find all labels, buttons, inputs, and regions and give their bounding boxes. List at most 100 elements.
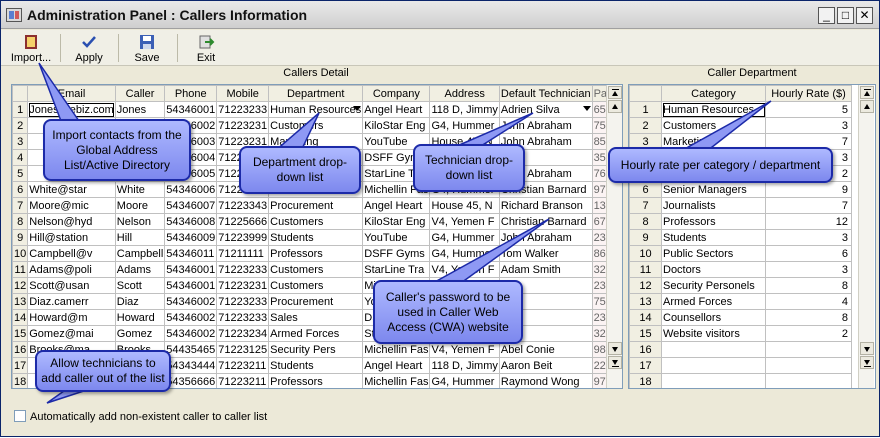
table-cell[interactable]: G4, Hummer bbox=[429, 373, 500, 388]
row-number[interactable]: 12 bbox=[629, 277, 662, 294]
dropdown-arrow-icon[interactable] bbox=[582, 106, 591, 111]
row-number[interactable]: 18 bbox=[12, 373, 29, 388]
table-cell[interactable]: Adam Smith bbox=[498, 261, 593, 278]
column-header[interactable]: Category bbox=[661, 85, 766, 102]
table-cell[interactable]: Adrien Silva bbox=[498, 101, 593, 118]
table-cell[interactable]: Public Sectors bbox=[661, 245, 766, 262]
table-cell[interactable]: White@star bbox=[27, 181, 116, 198]
maximize-button[interactable]: □ bbox=[837, 7, 854, 24]
table-row[interactable]: 11 Adams@poli Adams 54346001 71223233 Custome… bbox=[12, 261, 622, 278]
table-cell[interactable]: 71211111 bbox=[216, 245, 270, 262]
table-cell[interactable]: Students bbox=[661, 229, 766, 246]
table-cell[interactable]: Scott@usan bbox=[27, 277, 116, 294]
row-number[interactable]: 16 bbox=[12, 341, 29, 358]
table-cell[interactable]: 9 bbox=[765, 181, 852, 198]
table-cell[interactable]: House 45, N bbox=[429, 197, 500, 214]
table-cell[interactable]: Christian Barnard bbox=[498, 213, 593, 230]
row-number[interactable]: 9 bbox=[12, 229, 29, 246]
table-cell[interactable]: 54346001 bbox=[164, 101, 218, 118]
table-cell[interactable]: DSFF Gyms bbox=[362, 245, 431, 262]
table-cell[interactable]: Security Pers bbox=[268, 341, 364, 358]
table-cell[interactable]: 2 bbox=[765, 325, 852, 342]
table-row[interactable]: 6 Senior Managers 9 bbox=[629, 181, 852, 198]
scroll-down-button[interactable] bbox=[608, 342, 622, 355]
checkbox-box[interactable] bbox=[14, 410, 26, 422]
table-cell[interactable]: Professors bbox=[268, 373, 364, 388]
row-number[interactable]: 12 bbox=[12, 277, 29, 294]
exit-button[interactable]: Exit bbox=[183, 31, 229, 65]
scroll-up-button[interactable] bbox=[860, 100, 874, 113]
table-cell[interactable]: Armed Forces bbox=[661, 293, 766, 310]
table-cell[interactable]: Human Resources bbox=[268, 101, 364, 118]
table-cell[interactable]: G4, Hummer bbox=[429, 117, 500, 134]
scroll-down-button[interactable] bbox=[860, 342, 874, 355]
scroll-up-button[interactable] bbox=[608, 100, 622, 113]
table-cell[interactable]: Counsellors bbox=[661, 309, 766, 326]
table-cell[interactable]: Diaz.camerr bbox=[27, 293, 116, 310]
table-cell[interactable]: 54346002 bbox=[164, 325, 218, 342]
row-number[interactable]: 15 bbox=[629, 325, 662, 342]
row-number[interactable]: 13 bbox=[629, 293, 662, 310]
table-cell[interactable] bbox=[765, 373, 852, 388]
table-cell[interactable]: Nelson@hyd bbox=[27, 213, 116, 230]
table-cell[interactable] bbox=[661, 373, 766, 388]
table-cell[interactable]: Tom Walker bbox=[498, 245, 593, 262]
table-row[interactable]: 2 Customers 3 bbox=[629, 117, 852, 134]
table-row[interactable]: 17 bbox=[629, 357, 852, 374]
table-cell[interactable]: 4 bbox=[765, 293, 852, 310]
table-cell[interactable]: 12 bbox=[765, 213, 852, 230]
apply-button[interactable]: Apply bbox=[65, 31, 113, 65]
table-cell[interactable]: Students bbox=[268, 357, 364, 374]
scroll-bottom-button[interactable] bbox=[860, 356, 874, 369]
row-number[interactable]: 2 bbox=[629, 117, 662, 134]
table-cell[interactable]: 71223125 bbox=[216, 341, 270, 358]
row-number[interactable]: 15 bbox=[12, 325, 29, 342]
table-cell[interactable]: Professors bbox=[661, 213, 766, 230]
save-button[interactable]: Save bbox=[123, 31, 171, 65]
table-cell[interactable]: Jones bbox=[114, 101, 166, 118]
table-row[interactable]: 8 Professors 12 bbox=[629, 213, 852, 230]
column-header[interactable]: Department bbox=[268, 85, 364, 102]
table-cell[interactable]: Raymond Wong bbox=[498, 373, 593, 388]
table-cell[interactable]: KiloStar Eng bbox=[362, 213, 431, 230]
table-cell[interactable] bbox=[661, 341, 766, 358]
row-number[interactable]: 17 bbox=[629, 357, 662, 374]
column-header[interactable]: Phone bbox=[164, 85, 218, 102]
table-cell[interactable]: 118 D, Jimmy bbox=[429, 101, 500, 118]
table-cell[interactable]: Customers bbox=[268, 117, 364, 134]
table-cell[interactable]: Scott bbox=[114, 277, 166, 294]
table-cell[interactable] bbox=[765, 341, 852, 358]
row-number[interactable]: 2 bbox=[12, 117, 29, 134]
row-number[interactable]: 7 bbox=[629, 197, 662, 214]
table-cell[interactable]: 3 bbox=[765, 229, 852, 246]
table-cell[interactable] bbox=[661, 357, 766, 374]
table-cell[interactable]: John Abraham bbox=[498, 229, 593, 246]
table-cell[interactable]: Hill bbox=[114, 229, 166, 246]
table-cell[interactable]: John Abraham bbox=[498, 117, 593, 134]
table-cell[interactable]: Diaz bbox=[114, 293, 166, 310]
table-cell[interactable]: White bbox=[114, 181, 166, 198]
table-cell[interactable]: Journalists bbox=[661, 197, 766, 214]
table-cell[interactable]: Nelson bbox=[114, 213, 166, 230]
table-cell[interactable]: 3 bbox=[765, 117, 852, 134]
row-number[interactable]: 10 bbox=[629, 245, 662, 262]
close-button[interactable]: ✕ bbox=[856, 7, 873, 24]
table-cell[interactable]: 54346006 bbox=[164, 181, 218, 198]
table-cell[interactable]: Website visitors bbox=[661, 325, 766, 342]
table-row[interactable]: 9 Students 3 bbox=[629, 229, 852, 246]
table-cell[interactable]: 71223231 bbox=[216, 117, 270, 134]
table-cell[interactable]: Adams bbox=[114, 261, 166, 278]
table-cell[interactable]: 3 bbox=[765, 261, 852, 278]
table-row[interactable]: 14Howard@mHoward5434600271223233SalesDSF… bbox=[12, 309, 622, 326]
table-cell[interactable]: Procurement bbox=[268, 293, 364, 310]
table-cell[interactable]: Security Personels bbox=[661, 277, 766, 294]
table-cell[interactable]: Students bbox=[268, 229, 364, 246]
row-number[interactable]: 6 bbox=[12, 181, 29, 198]
table-cell[interactable]: YouTube bbox=[362, 229, 431, 246]
table-cell[interactable]: Armed Forces bbox=[268, 325, 364, 342]
scroll-top-button[interactable] bbox=[860, 86, 874, 99]
table-cell[interactable]: Campbell bbox=[114, 245, 166, 262]
table-cell[interactable]: 71223211 bbox=[216, 373, 270, 388]
row-number[interactable]: 8 bbox=[629, 213, 662, 230]
table-cell[interactable]: Howard@m bbox=[27, 309, 116, 326]
